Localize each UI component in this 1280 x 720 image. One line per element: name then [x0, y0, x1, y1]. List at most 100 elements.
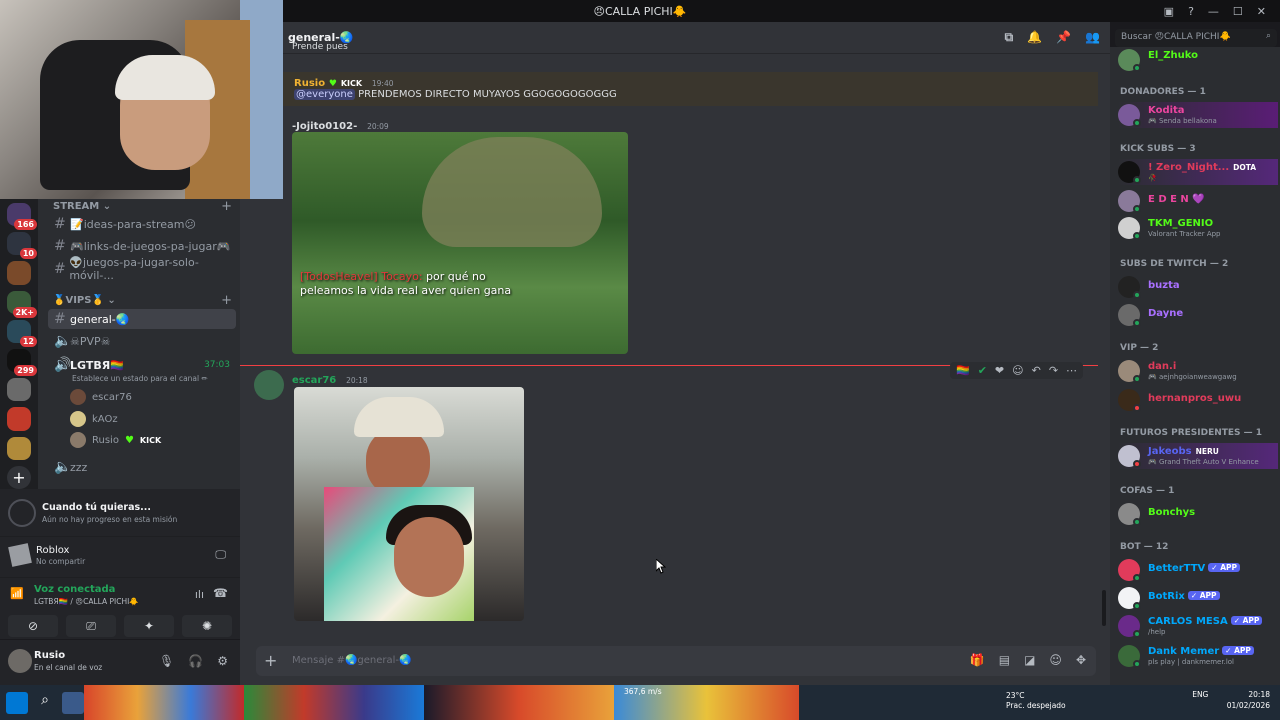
taskbar-apps[interactable] — [84, 685, 244, 720]
emoji-icon[interactable]: ☺ — [1049, 653, 1062, 667]
message-author[interactable]: -Jojito0102- — [292, 121, 357, 132]
category-stream[interactable]: STREAM ⌄ — [53, 201, 111, 212]
member-item[interactable]: El_Zhuko — [1118, 47, 1278, 73]
bell-icon[interactable]: 🔔 — [1027, 30, 1042, 45]
category-vips[interactable]: 🥇VIPS🥇 ⌄ — [53, 295, 116, 306]
search-input[interactable]: Buscar 😠CALLA PICHI🐥 ⌕ — [1115, 29, 1277, 47]
member-item[interactable]: Kodita 🎮 Senda bellakona — [1118, 102, 1278, 128]
app-icon[interactable] — [62, 691, 84, 714]
server-icon[interactable] — [7, 407, 31, 431]
microphone-icon[interactable]: 🎙 — [159, 654, 174, 668]
sticker-icon[interactable]: ◪ — [1024, 653, 1035, 667]
threads-icon[interactable]: ⧉ — [1005, 30, 1014, 45]
screen-share-icon[interactable]: 🖵 — [215, 548, 226, 562]
language-indicator[interactable]: ENG — [1192, 690, 1208, 699]
member-item[interactable]: Dayne — [1118, 302, 1278, 328]
server-icon[interactable] — [7, 436, 31, 460]
reaction-icon[interactable]: ✔ — [978, 364, 987, 377]
message-author[interactable]: escar76 — [292, 375, 336, 386]
taskbar-apps[interactable] — [244, 685, 424, 720]
add-server-button[interactable]: + — [7, 465, 31, 490]
noise-suppression-icon[interactable]: ılı — [195, 588, 204, 601]
system-tray[interactable]: ENG 20:18 01/02/2026 — [1192, 689, 1270, 711]
member-item[interactable]: TKM_GENIO Valorant Tracker App — [1118, 215, 1278, 241]
quest-panel[interactable]: Cuando tú quieras... Aún no hay progreso… — [0, 489, 240, 537]
member-item[interactable]: hernanpros_uwu — [1118, 387, 1278, 413]
close-icon[interactable]: ✕ — [1257, 5, 1266, 18]
channel-item[interactable]: # 📝ideas-para-stream😕 — [48, 214, 236, 234]
add-channel-icon[interactable]: + — [221, 199, 232, 214]
reply-icon[interactable]: ↶ — [1032, 364, 1041, 377]
maximize-icon[interactable]: ☐ — [1233, 5, 1243, 18]
server-icon[interactable] — [7, 261, 31, 285]
video-attachment[interactable]: [TodosHeavel] Tocayo: por qué no peleamo… — [292, 132, 628, 354]
reaction-icon[interactable]: 🏳️‍🌈 — [956, 364, 970, 377]
server-icon[interactable]: 2K+ — [7, 290, 37, 318]
weather-widget[interactable]: 23°C Prac. despejado — [1006, 691, 1066, 711]
server-icon[interactable]: 166 — [7, 203, 37, 231]
activities-button[interactable]: ✦ — [124, 615, 174, 637]
server-icon[interactable]: 299 — [7, 349, 37, 377]
minimize-icon[interactable]: — — [1208, 5, 1219, 18]
server-icon[interactable]: 12 — [7, 319, 37, 348]
member-item[interactable]: BotRix ✓ APP — [1118, 585, 1278, 611]
member-item[interactable]: dan.i 🎮 aejnhgoianweawgawg — [1118, 358, 1278, 384]
channel-item[interactable]: # 👽juegos-pa-jugar-solo-móvil-... — [48, 256, 236, 282]
member-item[interactable]: Jakeobs NERU 🎮 Grand Theft Auto V Enhance — [1118, 443, 1278, 469]
message-text: PRENDEMOS DIRECTO MUYAYOS GGOGOGOGOGGG — [358, 89, 617, 100]
apps-icon[interactable]: ✥ — [1076, 653, 1086, 667]
gift-icon[interactable]: 🎁 — [970, 653, 985, 667]
member-item[interactable]: BetterTTV ✓ APP — [1118, 557, 1278, 583]
channel-general[interactable]: # general-🌏 — [48, 309, 236, 329]
add-reaction-icon[interactable]: ☺ — [1012, 364, 1023, 377]
plus-icon[interactable]: + — [264, 651, 277, 670]
camera-off-button[interactable]: ⊘ — [8, 615, 58, 637]
channel-pvp[interactable]: 🔈 ☠PVP☠ — [48, 331, 236, 351]
reaction-icon[interactable]: ❤ — [995, 364, 1004, 377]
start-icon[interactable] — [6, 691, 28, 714]
server-icon[interactable] — [7, 378, 31, 402]
message-input[interactable]: Mensaje #🌏general-🌏 — [292, 655, 411, 666]
member-item[interactable]: CARLOS MESA ✓ APP /help — [1118, 613, 1278, 639]
disconnect-icon[interactable]: ☎ — [213, 586, 228, 600]
member-item[interactable]: Dank Memer ✓ APP pls play | dankmemer.lol — [1118, 643, 1278, 669]
taskbar-apps[interactable]: 367,6 m/s — [614, 685, 799, 720]
scrollbar[interactable] — [1102, 590, 1106, 626]
member-item[interactable]: buzta — [1118, 274, 1278, 300]
taskbar-apps[interactable] — [424, 685, 614, 720]
inbox-icon[interactable]: ▣ — [1164, 5, 1174, 18]
forward-icon[interactable]: ↷ — [1049, 364, 1058, 377]
channel-zzz[interactable]: 🔈 zzz — [48, 457, 236, 477]
voice-user[interactable]: Rusio ♥ KICK — [70, 431, 161, 449]
message-composer[interactable]: + Mensaje #🌏general-🌏 🎁 ▤ ◪ ☺ ✥ — [256, 646, 1096, 676]
voice-channel[interactable]: 🔊 LGTBЯ🏳️‍🌈 37:03 — [48, 355, 236, 375]
help-icon[interactable]: ? — [1188, 5, 1194, 18]
voice-status[interactable]: Establece un estado para el canal ✏ — [72, 374, 208, 383]
members-icon[interactable]: 👥 — [1085, 30, 1100, 45]
image-attachment[interactable] — [294, 387, 524, 621]
soundboard-button[interactable]: ✺ — [182, 615, 232, 637]
add-channel-icon[interactable]: + — [221, 293, 232, 308]
everyone-mention[interactable]: @everyone — [294, 89, 355, 100]
mention-message[interactable]: Rusio ♥ KICK 19:40 @everyone PRENDEMOS D… — [240, 72, 1098, 106]
share-screen-button[interactable]: ⎚ — [66, 615, 116, 637]
gif-icon[interactable]: ▤ — [999, 653, 1010, 667]
voice-location[interactable]: LGTBЯ🏳️‍🌈 / 😠CALLA PICHI🐥 — [34, 597, 139, 606]
member-item[interactable]: Bonchys — [1118, 501, 1278, 527]
avatar[interactable] — [254, 370, 284, 400]
voice-user[interactable]: escar76 — [70, 388, 132, 406]
server-icon[interactable]: 10 — [7, 232, 37, 260]
member-item[interactable]: ! Zero_Night... DOTA 🥀 — [1118, 159, 1278, 185]
pin-icon[interactable]: 📌 — [1056, 30, 1071, 45]
avatar[interactable] — [8, 649, 32, 673]
member-item[interactable]: E D E N 💜 — [1118, 188, 1278, 214]
gear-icon[interactable]: ⚙ — [217, 654, 228, 668]
voice-user[interactable]: kAOz — [70, 410, 118, 428]
more-icon[interactable]: ⋯ — [1066, 364, 1077, 377]
voice-connected-label[interactable]: Voz conectada — [34, 584, 115, 595]
headphones-icon[interactable]: 🎧 — [188, 654, 203, 668]
user-name[interactable]: Rusio — [34, 650, 65, 661]
search-icon[interactable]: ⌕ — [34, 692, 56, 714]
message-author[interactable]: Rusio — [294, 78, 325, 89]
channel-item[interactable]: # 🎮links-de-juegos-pa-jugar🎮 — [48, 236, 236, 256]
